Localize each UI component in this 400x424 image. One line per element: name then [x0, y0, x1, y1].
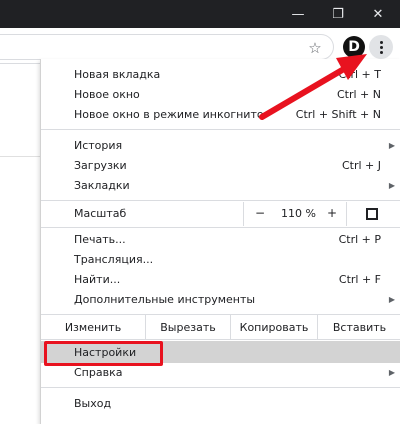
- window-titlebar: — ❐ ✕: [0, 0, 400, 28]
- kebab-dot-icon: [379, 40, 383, 44]
- menu-item-new-tab[interactable]: Новая вкладка Ctrl + T: [41, 64, 400, 84]
- menu-item-shortcut: Ctrl + F: [338, 272, 381, 286]
- kebab-dot-icon: [379, 45, 383, 49]
- menu-item-label: Новое окно в режиме инкогнито: [74, 107, 264, 121]
- menu-item-find[interactable]: Найти... Ctrl + F: [41, 269, 400, 289]
- menu-item-label: Закладки: [74, 178, 130, 192]
- kebab-dot-icon: [379, 50, 383, 54]
- menu-item-label: Выход: [74, 396, 112, 410]
- fullscreen-icon[interactable]: [366, 208, 378, 220]
- zoom-divider: [243, 202, 244, 226]
- minimize-button[interactable]: —: [278, 0, 318, 28]
- address-bar[interactable]: ☆: [0, 34, 334, 60]
- menu-item-label: Новое окно: [74, 87, 140, 101]
- menu-separator: [41, 227, 400, 228]
- menu-item-downloads[interactable]: Загрузки Ctrl + J: [41, 155, 400, 175]
- menu-item-cast[interactable]: Трансляция...: [41, 249, 400, 269]
- menu-item-label: Новая вкладка: [74, 67, 161, 81]
- submenu-arrow-icon: ▶: [388, 180, 395, 190]
- menu-item-incognito-window[interactable]: Новое окно в режиме инкогнито Ctrl + Shi…: [41, 104, 400, 124]
- menu-item-label: Трансляция...: [74, 252, 154, 266]
- menu-item-new-window[interactable]: Новое окно Ctrl + N: [41, 84, 400, 104]
- copy-button[interactable]: Копировать: [231, 315, 317, 339]
- zoom-value: 110 %: [281, 207, 316, 220]
- menu-item-shortcut: Ctrl + P: [338, 232, 381, 246]
- menu-item-label: Найти...: [74, 272, 121, 286]
- edit-label: Изменить: [64, 320, 122, 334]
- menu-item-label: Дополнительные инструменты: [74, 292, 256, 306]
- menu-item-print[interactable]: Печать... Ctrl + P: [41, 229, 400, 249]
- menu-item-shortcut: Ctrl + J: [341, 158, 381, 172]
- menu-separator: [41, 129, 400, 130]
- menu-separator: [41, 387, 400, 388]
- paste-button[interactable]: Вставить: [318, 315, 400, 339]
- menu-item-label: Загрузки: [74, 158, 127, 172]
- submenu-arrow-icon: ▶: [388, 294, 395, 304]
- zoom-row: Масштаб − 110 % +: [41, 202, 400, 226]
- menu-item-history[interactable]: История ▶: [41, 135, 400, 155]
- menu-item-label: Справка: [74, 365, 123, 379]
- submenu-arrow-icon: ▶: [388, 140, 395, 150]
- edit-row: Изменить Вырезать Копировать Вставить: [41, 315, 400, 339]
- extension-icon[interactable]: D: [343, 36, 365, 58]
- zoom-out-button[interactable]: −: [255, 206, 265, 220]
- maximize-button[interactable]: ❐: [318, 0, 358, 28]
- menu-separator: [41, 200, 400, 201]
- close-button[interactable]: ✕: [358, 0, 398, 28]
- page-divider: [0, 156, 40, 157]
- browser-menu-button[interactable]: [369, 35, 393, 59]
- submenu-arrow-icon: ▶: [388, 367, 395, 377]
- menu-item-shortcut: Ctrl + N: [336, 87, 381, 101]
- cut-button[interactable]: Вырезать: [146, 315, 230, 339]
- zoom-label: Масштаб: [74, 207, 127, 220]
- zoom-in-button[interactable]: +: [327, 206, 337, 220]
- menu-separator: [41, 339, 400, 340]
- menu-item-label: История: [74, 138, 123, 152]
- annotation-highlight-box: [44, 341, 163, 366]
- menu-item-shortcut: Ctrl + Shift + N: [295, 107, 381, 121]
- browser-main-menu: Новая вкладка Ctrl + T Новое окно Ctrl +…: [40, 59, 400, 424]
- zoom-divider: [346, 202, 347, 226]
- page-content: [0, 64, 40, 424]
- bookmark-star-icon[interactable]: ☆: [305, 39, 325, 57]
- menu-item-shortcut: Ctrl + T: [338, 67, 381, 81]
- menu-item-more-tools[interactable]: Дополнительные инструменты ▶: [41, 289, 400, 309]
- menu-item-exit[interactable]: Выход: [41, 393, 400, 413]
- menu-item-label: Печать...: [74, 232, 126, 246]
- menu-item-bookmarks[interactable]: Закладки ▶: [41, 175, 400, 195]
